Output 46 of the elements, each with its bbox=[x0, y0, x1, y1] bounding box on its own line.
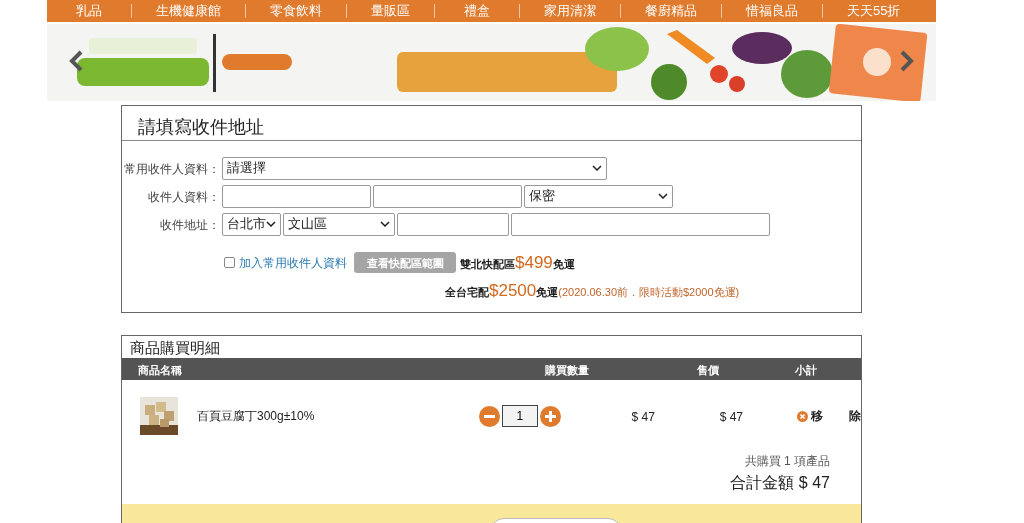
field-label: 收件人資料： bbox=[148, 190, 220, 204]
item-count: 共購買 1 項產品 bbox=[744, 454, 830, 468]
remove-icon[interactable] bbox=[797, 410, 808, 422]
category-link[interactable]: 禮盒 bbox=[435, 0, 519, 22]
product-name: 百頁豆腐丁300g±10% bbox=[197, 408, 315, 425]
save-recipient-link[interactable]: 加入常用收件人資料 bbox=[239, 253, 347, 272]
total-amount: 合計金額 $ 47 bbox=[730, 474, 830, 491]
plus-icon bbox=[544, 410, 556, 422]
column-header: 售價 bbox=[697, 364, 719, 376]
quantity-field[interactable]: 1 bbox=[501, 405, 538, 427]
category-link[interactable]: 零食飲料 bbox=[246, 0, 346, 22]
chevron-down-icon bbox=[266, 221, 276, 227]
input-field[interactable] bbox=[222, 184, 371, 208]
category-link[interactable]: 餐廚精品 bbox=[621, 0, 721, 22]
column-header: 商品名稱 bbox=[138, 364, 182, 376]
section-title: 商品購買明細 bbox=[130, 338, 220, 358]
category-link[interactable]: 生機健康館 bbox=[132, 0, 245, 22]
input-field[interactable] bbox=[397, 212, 509, 236]
price-cell: $ 47 bbox=[631, 410, 655, 424]
category-link[interactable]: 量販區 bbox=[347, 0, 434, 22]
category-link[interactable]: 惜福良品 bbox=[722, 0, 822, 22]
field-label: 常用收件人資料： bbox=[124, 162, 220, 176]
input-field[interactable] bbox=[511, 212, 770, 236]
input-field[interactable] bbox=[373, 184, 522, 208]
category-link[interactable]: 乳品 bbox=[47, 0, 131, 22]
decrease-button[interactable] bbox=[478, 405, 500, 427]
shipping-note: 雙北快配區$499免運 bbox=[460, 258, 575, 270]
remove-button[interactable]: 移 除 bbox=[811, 407, 861, 425]
category-link[interactable]: 家用清潔 bbox=[520, 0, 620, 22]
column-header: 小計 bbox=[795, 364, 817, 376]
category-link[interactable]: 天天55折 bbox=[823, 0, 925, 22]
chevron-down-icon bbox=[592, 165, 602, 171]
chevron-down-icon bbox=[380, 221, 390, 227]
shipping-note: 全台宅配$2500免運(2020.06.30前．限時活動$2000免運) bbox=[445, 285, 740, 298]
dropdown[interactable]: 請選擇 bbox=[222, 156, 607, 180]
dropdown[interactable]: 保密 bbox=[524, 184, 673, 208]
increase-button[interactable] bbox=[539, 405, 561, 427]
field-label: 收件地址： bbox=[160, 218, 220, 232]
view-range-button[interactable]: 查看快配區範圍 bbox=[354, 252, 456, 274]
dropdown[interactable]: 文山區 bbox=[283, 212, 395, 236]
section-title: 請填寫收件地址 bbox=[138, 116, 264, 139]
dropdown[interactable]: 台北市 bbox=[222, 212, 281, 236]
subtotal-cell: $ 47 bbox=[719, 410, 743, 424]
column-header: 購買數量 bbox=[545, 364, 589, 376]
chevron-down-icon bbox=[658, 193, 668, 199]
save-checkbox[interactable] bbox=[224, 257, 235, 269]
